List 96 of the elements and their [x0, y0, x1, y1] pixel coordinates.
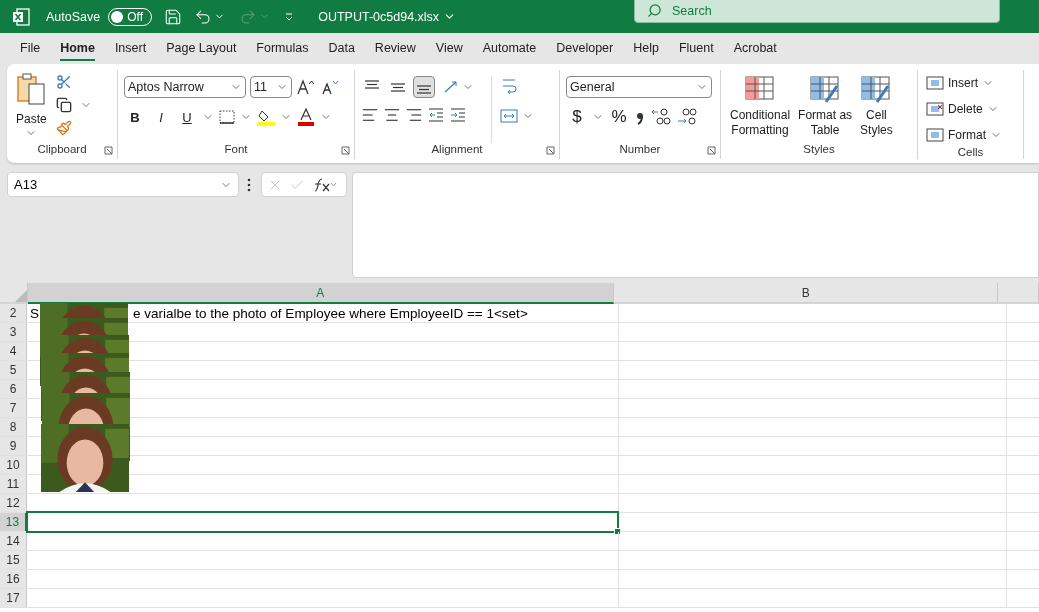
- group-label: Alignment: [431, 143, 483, 157]
- cell-text: e varialbe to the photo of Employee where EmployeeID == 1<set>: [133, 305, 528, 321]
- row-header[interactable]: 7: [0, 399, 27, 417]
- save-icon[interactable]: [164, 7, 183, 26]
- ribbon-tab[interactable]: Insert: [114, 36, 147, 61]
- search-field[interactable]: Search: [634, 0, 1000, 23]
- styles-button[interactable]: Cell Styles: [857, 74, 896, 143]
- undo-icon[interactable]: [194, 7, 213, 26]
- formula-input[interactable]: [352, 172, 1039, 278]
- ribbon-tab[interactable]: Data: [328, 36, 355, 61]
- ribbon-tab[interactable]: Help: [633, 36, 659, 61]
- cells-button[interactable]: Delete: [924, 98, 1001, 120]
- copy-icon[interactable]: [55, 97, 72, 113]
- shrink-font-icon[interactable]: [320, 78, 340, 96]
- row-header[interactable]: 10: [0, 456, 27, 474]
- dialog-launcher-icon[interactable]: [104, 146, 113, 155]
- borders-icon[interactable]: [218, 109, 236, 125]
- fill-color-icon[interactable]: [256, 108, 276, 126]
- dialog-launcher-icon[interactable]: [341, 146, 350, 155]
- cell-text: S: [30, 305, 39, 321]
- ribbon-tab[interactable]: Home: [60, 36, 95, 61]
- row-header[interactable]: 14: [0, 532, 27, 550]
- ribbon-tab[interactable]: Automate: [482, 36, 537, 61]
- row-header[interactable]: 8: [0, 418, 27, 436]
- underline-button[interactable]: U: [176, 106, 198, 128]
- search-icon: [647, 3, 662, 18]
- row-header[interactable]: 12: [0, 494, 27, 512]
- dialog-launcher-icon[interactable]: [546, 146, 555, 155]
- wrap-text-icon[interactable]: [500, 76, 518, 96]
- column-header[interactable]: A: [27, 283, 614, 304]
- align-icon: [391, 82, 405, 92]
- grow-font-icon[interactable]: [296, 78, 316, 96]
- ribbon-tab[interactable]: Page Layout: [166, 36, 237, 61]
- cut-icon[interactable]: [55, 74, 72, 90]
- cell-icon: [926, 127, 944, 143]
- number-format-field[interactable]: General: [566, 76, 712, 98]
- table-style-icon: [861, 76, 892, 104]
- format-painter-icon[interactable]: [55, 120, 72, 136]
- ribbon-tab[interactable]: Developer: [556, 36, 614, 61]
- paste-button[interactable]: Paste: [13, 70, 50, 143]
- italic-button[interactable]: I: [150, 106, 172, 128]
- align-left-icon[interactable]: [361, 106, 379, 124]
- cells-button[interactable]: Format: [924, 124, 1004, 146]
- autosave-label: AutoSave: [46, 9, 101, 24]
- file-name[interactable]: OUTPUT-0c5d94.xlsx: [318, 9, 440, 24]
- font-name-field[interactable]: Aptos Narrow: [124, 76, 246, 98]
- customize-toolbar-icon[interactable]: [284, 11, 295, 22]
- row-header[interactable]: 16: [0, 570, 27, 588]
- merge-center-icon[interactable]: [500, 108, 518, 124]
- row-header[interactable]: 13: [0, 513, 27, 531]
- ribbon-tab[interactable]: Acrobat: [733, 36, 777, 61]
- styles-button[interactable]: Format as Table: [795, 74, 856, 143]
- font-color-icon[interactable]: [296, 108, 316, 126]
- styles-button[interactable]: Conditional Formatting: [727, 74, 794, 143]
- text-orientation-icon: [442, 79, 460, 95]
- row-header[interactable]: 5: [0, 361, 27, 379]
- row-header[interactable]: 6: [0, 380, 27, 398]
- align-icon: [365, 80, 379, 89]
- increase-indent-icon[interactable]: [449, 107, 467, 123]
- cells-button[interactable]: Insert: [924, 72, 996, 94]
- row-header[interactable]: 2: [0, 304, 27, 322]
- cell-icon: [926, 101, 944, 117]
- font-size-field[interactable]: 11: [250, 76, 292, 98]
- row-header[interactable]: 3: [0, 323, 27, 341]
- cell-icon: [926, 75, 944, 91]
- row-header[interactable]: 4: [0, 342, 27, 360]
- row-header[interactable]: 15: [0, 551, 27, 569]
- ribbon-tab[interactable]: Fluent: [678, 36, 714, 61]
- group-label: Styles: [803, 143, 835, 157]
- group-label: Cells: [957, 146, 984, 159]
- table-style-icon: [810, 76, 841, 104]
- more-options-icon[interactable]: [247, 178, 251, 192]
- ribbon-tab[interactable]: View: [435, 36, 463, 61]
- group-label: Number: [619, 143, 661, 157]
- row-header[interactable]: 17: [0, 589, 27, 607]
- ribbon-tab[interactable]: Formulas: [256, 36, 309, 61]
- ribbon-tab[interactable]: File: [20, 36, 41, 61]
- name-box[interactable]: A13: [7, 172, 239, 197]
- group-label: Font: [224, 143, 248, 157]
- align-icon: [417, 85, 431, 94]
- row-header[interactable]: 9: [0, 437, 27, 455]
- selected-cell[interactable]: [26, 511, 619, 533]
- group-label: Clipboard: [37, 143, 87, 157]
- ribbon-tab[interactable]: Review: [374, 36, 416, 61]
- align-right-icon[interactable]: [405, 106, 423, 124]
- vertical-align-button[interactable]: [413, 76, 435, 98]
- currency-button[interactable]: $: [566, 106, 588, 128]
- spreadsheet-app-icon[interactable]: [12, 7, 30, 26]
- dialog-launcher-icon[interactable]: [707, 146, 716, 155]
- percent-button[interactable]: %: [608, 106, 630, 128]
- row-header[interactable]: 11: [0, 475, 27, 493]
- bold-button[interactable]: B: [124, 106, 146, 128]
- decrease-decimal-icon[interactable]: [676, 107, 698, 127]
- increase-decimal-icon[interactable]: [650, 107, 672, 127]
- align-center-icon[interactable]: [383, 106, 401, 124]
- clipboard-icon: [16, 72, 47, 106]
